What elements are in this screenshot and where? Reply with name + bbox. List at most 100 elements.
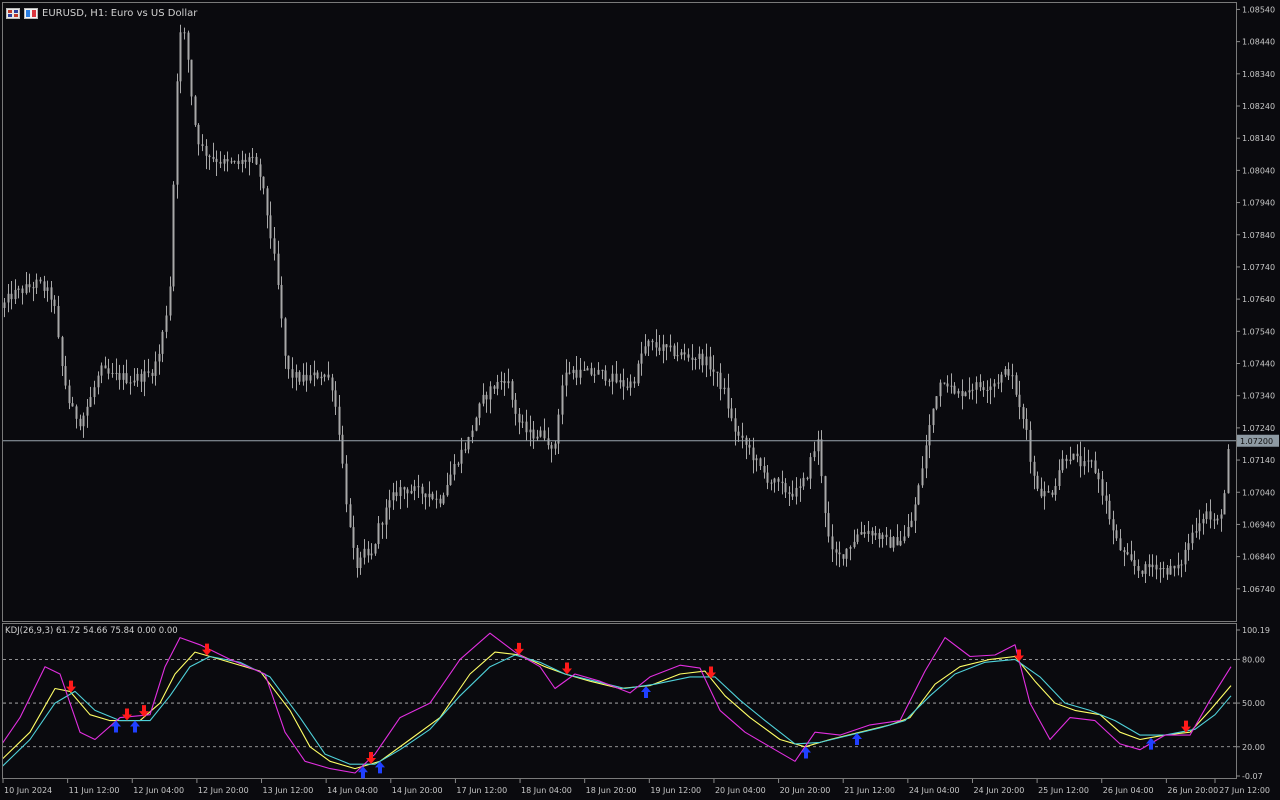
candle-body [543,430,546,439]
window-menu-icon[interactable] [6,7,20,19]
trading-chart[interactable]: 1.08540 1.08440 1.08340 1.08240 1.08140 1.080… [0,0,1280,800]
candle-body [201,144,204,146]
price-tick-label: 1.08540 [1242,5,1275,14]
candle-body [687,354,690,358]
candle-body [1105,495,1108,501]
time-tick-label: 17 Jun 12:00 [456,786,507,795]
candle-body [341,434,344,464]
candle-body [1123,550,1126,553]
candle-body [43,281,46,291]
candle-body [975,382,978,390]
candle-body [1180,564,1183,566]
candle-body [1069,459,1072,462]
candle-body [658,347,661,351]
candle-body [255,156,258,165]
candle-body [35,279,38,288]
candle-body [215,158,218,162]
candle-body [521,421,524,423]
candle-body [7,293,10,303]
candle-body [748,444,751,448]
candle-body [471,430,474,438]
candle-body [1169,565,1172,575]
candle-body [71,403,74,407]
candle-body [885,534,888,538]
candle-body [53,299,56,307]
candle-body [979,382,982,388]
candle-body [165,315,168,332]
candle-body [619,380,622,383]
candle-body [179,32,182,82]
candle-body [1101,479,1104,496]
candle-body [572,369,575,374]
candle-body [345,463,348,505]
candle-body [187,32,190,60]
candle-body [511,381,514,400]
price-tick-label: 1.07440 [1242,360,1275,369]
candle-body [25,284,28,294]
candle-body [838,552,841,555]
indicator-panel [2,623,1237,779]
candle-body [219,161,222,164]
candle-body [1205,511,1208,520]
candle-body [601,369,604,371]
candle-body [111,372,114,374]
candle-body [89,397,92,407]
candle-body [1159,568,1162,570]
candle-body [871,530,874,536]
candle-body [946,383,949,387]
time-axis: 10 Jun 2024 11 Jun 12:00 12 Jun 04:00 12 Ju… [2,779,1270,795]
candle-body [637,363,640,384]
buy-arrow-icon [801,746,811,759]
candle-body [1209,511,1212,520]
price-tick-label: 1.07840 [1242,231,1275,240]
candle-body [284,318,287,356]
candle-body [46,287,49,291]
candle-body [356,547,359,568]
candle-body [266,188,269,216]
candle-body [691,357,694,360]
time-tick-label: 11 Jun 12:00 [69,786,120,795]
candle-body [331,377,334,391]
candle-body [982,387,985,391]
candle-body [950,385,953,387]
candle-body [622,380,625,387]
buy-arrow-icon [130,720,140,733]
candle-body [208,155,211,158]
candle-body [194,96,197,125]
candle-body [61,337,64,367]
candle-body [961,390,964,397]
candle-body [1061,458,1064,471]
one-click-trading-icon[interactable] [24,7,38,19]
candle-body [651,340,654,343]
candle-body [727,387,730,409]
sell-arrow-icon [366,751,376,764]
candle-body [629,381,632,388]
candle-body [334,390,337,407]
price-tick-label: 1.08440 [1242,38,1275,47]
candle-body [176,81,179,185]
candle-body [489,386,492,400]
time-tick-label: 25 Jun 12:00 [1038,786,1089,795]
candle-body [277,253,280,285]
candle-body [424,493,427,498]
candle-body [763,466,766,473]
candle-body [759,458,762,467]
candle-body [428,493,431,498]
candle-body [3,302,6,308]
price-tick-label: 1.07040 [1242,488,1275,497]
sell-arrow-icon [122,708,132,721]
candle-body [305,374,308,381]
candle-body [467,437,470,450]
price-tick-label: 1.08240 [1242,102,1275,111]
candle-body [323,374,326,377]
candle-body [370,553,373,556]
candle-body [86,406,89,416]
candle-body [716,371,719,373]
time-tick-label: 26 Jun 20:00 [1167,786,1218,795]
candle-body [809,457,812,479]
candle-body [223,159,226,164]
candle-body [129,382,132,384]
candle-body [925,445,928,469]
candle-body [910,520,913,527]
candle-body [1094,460,1097,473]
